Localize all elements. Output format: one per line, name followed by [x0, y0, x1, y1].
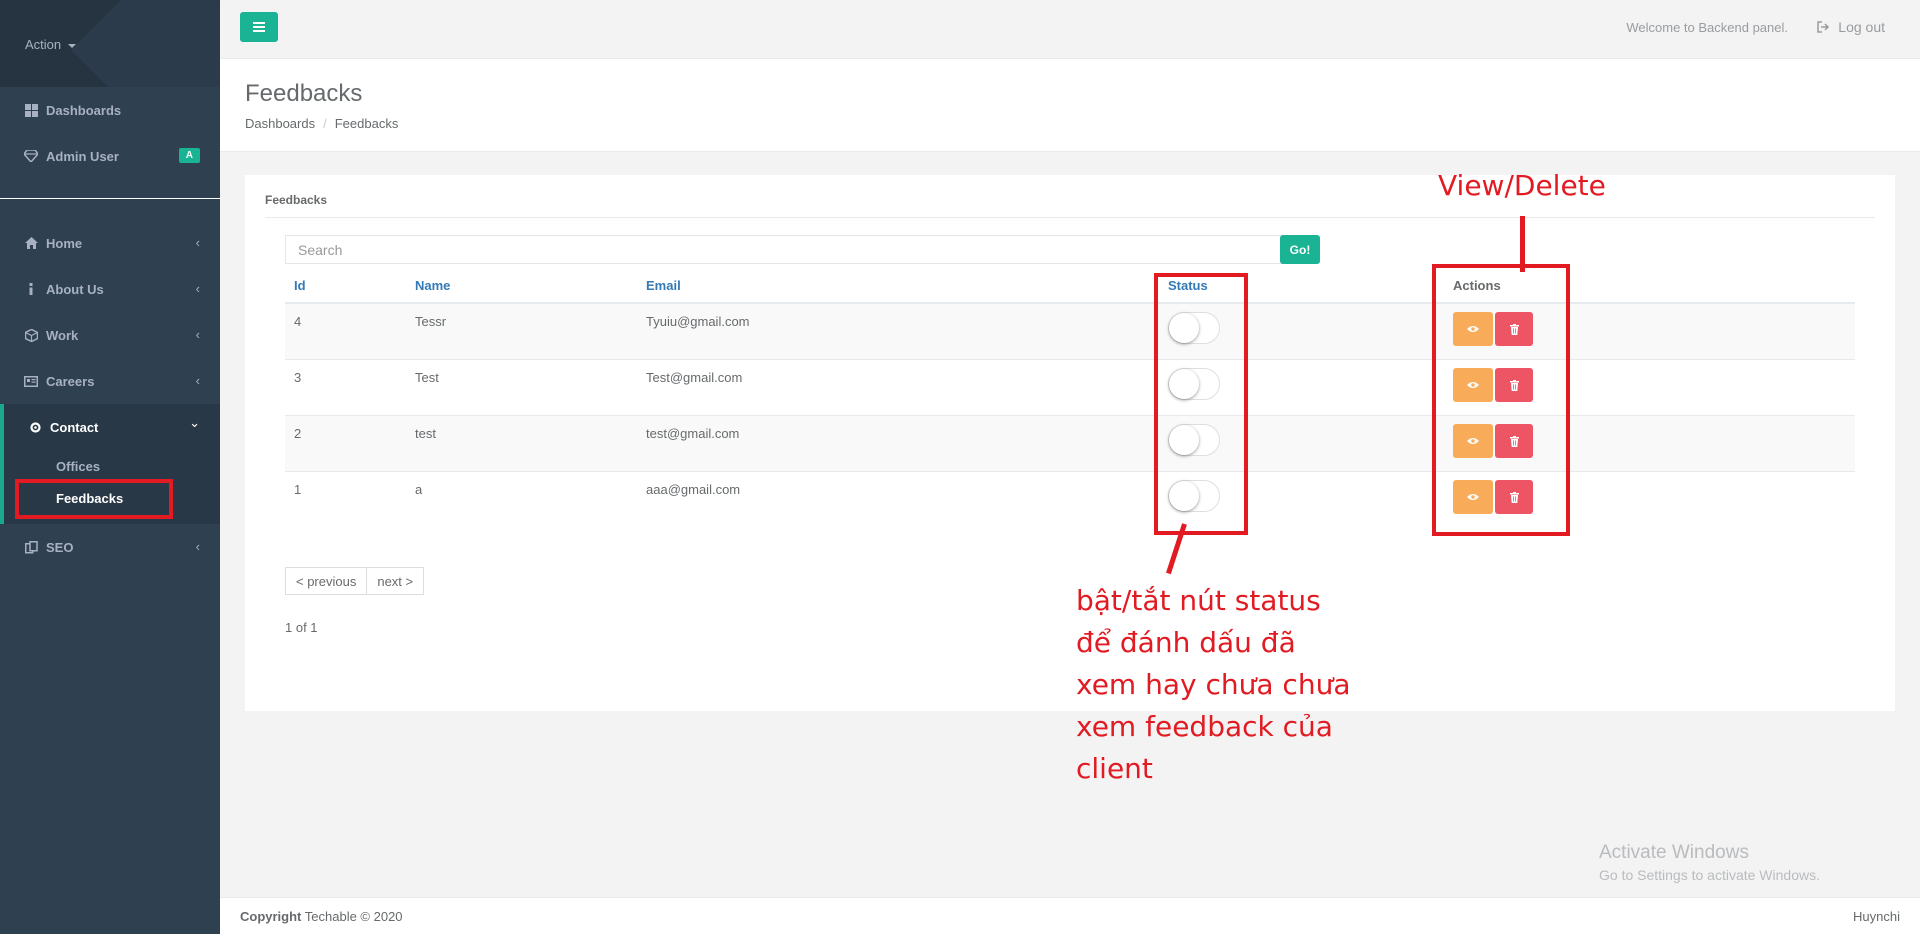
annotation-box-status	[1154, 273, 1248, 535]
copyright-label: Copyright	[240, 909, 302, 924]
page-heading: Feedbacks Dashboards / Feedbacks	[220, 59, 1920, 152]
panel-divider	[265, 217, 1875, 218]
footer-copyright: Copyright Techable © 2020	[240, 909, 403, 924]
th-large-icon	[24, 103, 38, 117]
sidebar-item-careers[interactable]: Careers ‹	[0, 359, 220, 403]
sidebar-item-label: Dashboards	[46, 102, 122, 118]
info-icon	[24, 282, 38, 296]
sidebar: Action Dashboards Admin User A Home ‹ Ab…	[0, 0, 220, 934]
page-info: 1 of 1	[285, 620, 318, 635]
table-row: 3 Test Test@gmail.com	[285, 360, 1855, 416]
cell-id: 1	[294, 482, 302, 497]
sidebar-item-label: SEO	[46, 539, 74, 555]
sidebar-item-label: Contact	[50, 419, 99, 435]
annotation-line: để đánh dấu đã	[1076, 626, 1296, 659]
header-decoration	[71, 0, 220, 87]
breadcrumb: Dashboards / Feedbacks	[245, 116, 398, 131]
sidebar-item-label: Admin User	[46, 148, 119, 164]
annotation-line: xem feedback của	[1076, 710, 1333, 743]
chevron-left-icon: ‹	[195, 235, 200, 250]
copyright-text: Techable © 2020	[301, 909, 403, 924]
annotation-line: xem hay chưa chưa	[1076, 668, 1351, 701]
cog-icon	[28, 420, 42, 434]
next-page-button[interactable]: next >	[367, 567, 425, 595]
annotation-line: bật/tắt nút status	[1076, 584, 1321, 617]
feedbacks-panel: Feedbacks Go! Id Name Email Status Actio…	[245, 175, 1895, 711]
chevron-left-icon: ‹	[195, 281, 200, 296]
annotation-box-feedbacks	[15, 479, 173, 519]
cube-icon	[24, 328, 38, 342]
annotation-status-note: bật/tắt nút status để đánh dấu đã xem ha…	[1076, 580, 1350, 790]
logout-label: Log out	[1838, 19, 1885, 35]
footer: Copyright Techable © 2020 Huynchi	[220, 897, 1920, 934]
column-header-id[interactable]: Id	[294, 278, 306, 293]
pagination: < previous next >	[285, 567, 425, 595]
bars-icon	[253, 22, 265, 32]
column-header-name[interactable]: Name	[415, 278, 450, 293]
caret-down-icon	[67, 43, 76, 48]
admin-badge: A	[178, 148, 200, 163]
menu-toggle-button[interactable]	[240, 12, 278, 42]
footer-author: Huynchi	[1853, 909, 1900, 924]
welcome-message: Welcome to Backend panel.	[1626, 20, 1788, 35]
logout-link[interactable]: Log out	[1817, 19, 1885, 35]
cell-name: a	[415, 482, 423, 497]
search-input[interactable]	[285, 235, 1285, 264]
sidebar-item-label: Work	[46, 327, 79, 343]
sidebar-divider	[0, 198, 220, 199]
sidebar-item-label: Careers	[46, 373, 95, 389]
cell-id: 3	[294, 370, 302, 385]
chevron-left-icon: ‹	[195, 327, 200, 342]
activate-windows-subtitle: Go to Settings to activate Windows.	[1599, 867, 1820, 883]
top-navbar: Welcome to Backend panel. Log out	[220, 0, 1920, 59]
cell-name: Test	[415, 370, 439, 385]
previous-page-button[interactable]: < previous	[285, 567, 368, 595]
sitemap-icon	[24, 540, 38, 554]
cell-id: 2	[294, 426, 302, 441]
sidebar-item-seo[interactable]: SEO ‹	[0, 525, 220, 569]
sidebar-subitem-offices[interactable]: Offices	[56, 459, 100, 474]
cell-email: test@gmail.com	[646, 426, 740, 441]
cell-id: 4	[294, 314, 302, 329]
activate-windows-title: Activate Windows	[1599, 842, 1749, 863]
column-header-email[interactable]: Email	[646, 278, 681, 293]
page-title: Feedbacks	[245, 80, 363, 107]
cell-email: Test@gmail.com	[646, 370, 743, 385]
sidebar-item-label: Home	[46, 235, 83, 251]
sidebar-item-admin-user[interactable]: Admin User A	[0, 134, 220, 178]
annotation-view-delete: View/Delete	[1438, 169, 1606, 202]
cell-email: aaa@gmail.com	[646, 482, 741, 497]
table-row: 4 Tessr Tyuiu@gmail.com	[285, 304, 1855, 360]
chevron-left-icon: ‹	[195, 539, 200, 554]
newspaper-icon	[24, 374, 38, 388]
annotation-line: client	[1076, 752, 1153, 785]
sidebar-item-work[interactable]: Work ‹	[0, 313, 220, 357]
breadcrumb-separator: /	[323, 116, 327, 131]
home-icon	[24, 236, 38, 250]
sidebar-item-home[interactable]: Home ‹	[0, 221, 220, 265]
cell-email: Tyuiu@gmail.com	[646, 314, 750, 329]
breadcrumb-dashboards[interactable]: Dashboards	[245, 116, 315, 131]
sidebar-header: Action	[0, 0, 220, 87]
cell-name: Tessr	[415, 314, 447, 329]
annotation-box-actions	[1432, 264, 1570, 536]
chevron-left-icon: ‹	[195, 373, 200, 388]
sidebar-item-label: About Us	[46, 281, 104, 297]
search-go-button[interactable]: Go!	[1280, 235, 1320, 264]
breadcrumb-feedbacks: Feedbacks	[334, 116, 399, 131]
table-row: 1 a aaa@gmail.com	[285, 472, 1855, 528]
sign-out-icon	[1817, 21, 1830, 33]
panel-title: Feedbacks	[265, 193, 328, 207]
action-dropdown[interactable]: Action	[25, 37, 76, 52]
sidebar-item-dashboards[interactable]: Dashboards	[0, 88, 220, 132]
chevron-down-icon: ⌄	[189, 415, 200, 430]
cell-name: test	[415, 426, 436, 441]
annotation-arrow-actions	[1520, 216, 1525, 272]
action-dropdown-label: Action	[25, 37, 62, 52]
sidebar-item-contact[interactable]: Contact ⌄	[0, 405, 220, 449]
diamond-icon	[24, 149, 38, 163]
sidebar-item-about-us[interactable]: About Us ‹	[0, 267, 220, 311]
table-row: 2 test test@gmail.com	[285, 416, 1855, 472]
